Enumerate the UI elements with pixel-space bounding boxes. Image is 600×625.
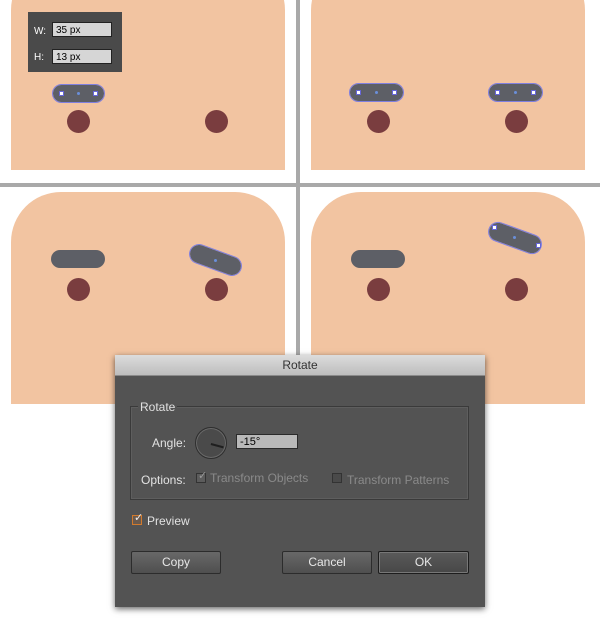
transform-patterns-checkbox[interactable]: [332, 473, 342, 483]
preview-label: Preview: [147, 514, 190, 528]
anchor-point[interactable]: [93, 91, 98, 96]
checkmark-icon: ✓: [198, 470, 208, 482]
anchor-point[interactable]: [492, 225, 497, 230]
height-label: H:: [34, 52, 44, 63]
rotate-group-title: Rotate: [138, 400, 178, 414]
anchor-point[interactable]: [495, 90, 500, 95]
width-label: W:: [34, 26, 47, 37]
anchor-point[interactable]: [59, 91, 64, 96]
dimensions-tooltip: W: 35 px H: 13 px: [28, 12, 122, 72]
eye-left: [67, 110, 90, 133]
preview-checkbox[interactable]: ✓: [132, 512, 144, 525]
height-value: 13 px: [52, 49, 112, 64]
anchor-point[interactable]: [531, 90, 536, 95]
anchor-point[interactable]: [536, 243, 541, 248]
step-panel-1: W: 35 px H: 13 px: [0, 0, 296, 183]
anchor-point[interactable]: [392, 90, 397, 95]
eye-right: [205, 110, 228, 133]
dialog-title-bar[interactable]: Rotate: [115, 355, 485, 376]
eyebrow-left: [51, 250, 105, 268]
eye-left: [67, 278, 90, 301]
rotate-dialog: Rotate Rotate Angle: -15° Options: ✓ Tra…: [115, 355, 485, 607]
ok-button[interactable]: OK: [378, 551, 469, 574]
copy-button[interactable]: Copy: [131, 551, 221, 574]
center-point: [375, 91, 378, 94]
angle-dial[interactable]: [195, 427, 227, 459]
checkmark-icon: ✓: [134, 512, 144, 524]
eye-right: [505, 110, 528, 133]
center-point: [514, 91, 517, 94]
eye-left: [367, 110, 390, 133]
cancel-button[interactable]: Cancel: [282, 551, 372, 574]
dialog-title: Rotate: [282, 358, 318, 372]
angle-input[interactable]: -15°: [236, 434, 298, 449]
center-point: [77, 92, 80, 95]
eye-right: [505, 278, 528, 301]
horizontal-divider: [0, 183, 600, 187]
eye-right: [205, 278, 228, 301]
eyebrow-left: [351, 250, 405, 268]
transform-objects-label: Transform Objects: [210, 471, 309, 485]
width-value: 35 px: [52, 22, 112, 37]
transform-patterns-label: Transform Patterns: [347, 473, 450, 487]
center-point: [513, 236, 516, 239]
eye-left: [367, 278, 390, 301]
options-label: Options:: [141, 473, 186, 487]
center-point: [214, 259, 217, 262]
step-panel-2: [300, 0, 600, 183]
angle-label: Angle:: [152, 436, 187, 450]
transform-objects-checkbox[interactable]: ✓: [196, 470, 208, 483]
vertical-divider: [296, 0, 300, 415]
anchor-point[interactable]: [356, 90, 361, 95]
angle-dial-needle: [210, 443, 224, 448]
